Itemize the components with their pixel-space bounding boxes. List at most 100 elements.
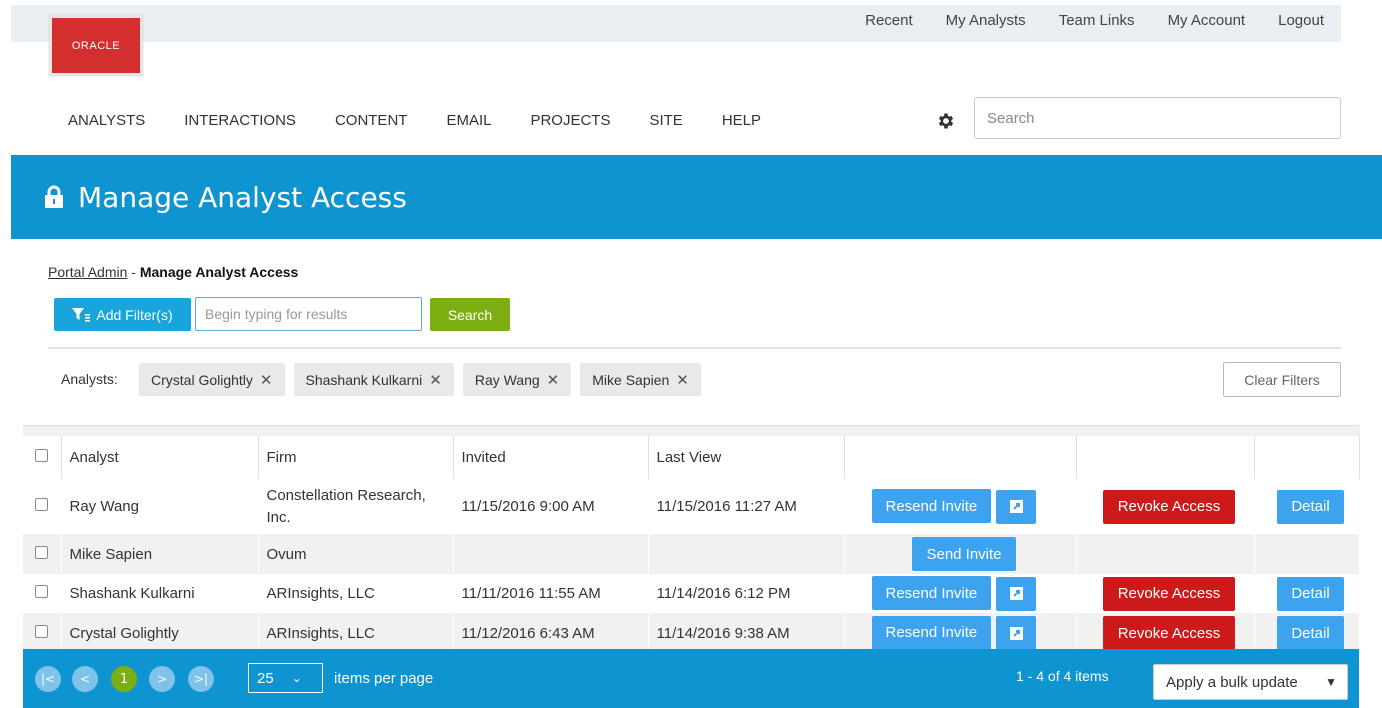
filter-chip[interactable]: Shashank Kulkarni ✕ [293, 363, 454, 396]
send-invite-button[interactable]: Send Invite [912, 537, 1016, 571]
add-filter-button[interactable]: Add Filter(s) [54, 298, 191, 331]
chip-label: Mike Sapien [592, 371, 670, 388]
page-number-current[interactable]: 1 [111, 666, 137, 692]
bulk-update-label: Apply a bulk update [1166, 673, 1298, 691]
table-row: Shashank Kulkarni ARInsights, LLC 11/11/… [23, 574, 1360, 613]
filter-chip[interactable]: Crystal Golightly ✕ [139, 363, 285, 396]
table-header-row: Analyst Firm Invited Last View [23, 426, 1360, 479]
nav-projects[interactable]: PROJECTS [530, 112, 610, 129]
last-page-icon[interactable]: >| [188, 666, 214, 692]
first-page-icon[interactable]: |< [35, 666, 61, 692]
table-pager: |< < 1 > >| 25 ⌄ items per page 1 - 4 of… [23, 649, 1359, 708]
nav-analysts[interactable]: ANALYSTS [68, 112, 145, 129]
detail-button[interactable]: Detail [1277, 576, 1344, 611]
external-link-icon[interactable] [996, 489, 1037, 524]
item-count: 1 - 4 of 4 items [1016, 668, 1109, 684]
invited-date: 11/11/2016 11:55 AM [453, 574, 649, 613]
column-header-invited[interactable]: Invited [453, 426, 649, 479]
filter-chip[interactable]: Ray Wang ✕ [462, 363, 572, 396]
table-row: Crystal Golightly ARInsights, LLC 11/12/… [23, 613, 1360, 653]
top-link-logout[interactable]: Logout [1278, 12, 1324, 29]
row-select-cell [23, 574, 62, 613]
resend-invite-button[interactable]: Resend Invite [871, 615, 992, 650]
revoke-access-button[interactable]: Revoke Access [1102, 616, 1236, 650]
row-checkbox[interactable] [35, 498, 48, 511]
lock-icon [45, 185, 63, 208]
column-header-last-view[interactable]: Last View [648, 426, 845, 479]
resend-invite-button[interactable]: Resend Invite [871, 489, 992, 524]
row-select-cell [23, 479, 62, 534]
row-select-cell [23, 534, 62, 574]
page-size-select[interactable]: 25 ⌄ [248, 663, 323, 693]
resend-invite-button[interactable]: Resend Invite [871, 576, 992, 611]
detail-button[interactable]: Detail [1277, 616, 1344, 650]
revoke-cell: Revoke Access [1076, 613, 1255, 653]
filter-search-input[interactable] [195, 297, 422, 331]
prev-page-icon[interactable]: < [72, 666, 98, 692]
top-utility-links: Recent My Analysts Team Links My Account… [832, 12, 1324, 29]
table-row: Mike Sapien Ovum Send Invite [23, 534, 1360, 574]
breadcrumb-portal-admin[interactable]: Portal Admin [48, 264, 127, 280]
top-link-team-links[interactable]: Team Links [1059, 12, 1135, 29]
clear-filters-button[interactable]: Clear Filters [1223, 362, 1341, 397]
main-nav: ANALYSTS INTERACTIONS CONTENT EMAIL PROJ… [68, 112, 800, 129]
detail-cell: Detail [1254, 574, 1360, 613]
external-link-icon[interactable] [996, 616, 1037, 651]
chip-remove-icon[interactable]: ✕ [547, 371, 560, 389]
row-checkbox[interactable] [35, 624, 48, 638]
revoke-access-button[interactable]: Revoke Access [1102, 576, 1236, 611]
chip-label: Shashank Kulkarni [305, 371, 423, 388]
row-checkbox[interactable] [35, 545, 48, 559]
last-view-date: 11/15/2016 11:27 AM [648, 479, 845, 534]
top-link-my-account[interactable]: My Account [1168, 12, 1246, 29]
chevron-down-icon: ⌄ [291, 671, 302, 685]
gear-icon[interactable] [936, 111, 956, 131]
bulk-update-select[interactable]: Apply a bulk update ▼ [1153, 664, 1348, 700]
invite-actions-cell: Resend Invite [844, 613, 1077, 653]
analyst-name: Shashank Kulkarni [61, 574, 259, 613]
global-search-input[interactable] [974, 97, 1341, 139]
next-page-icon[interactable]: > [149, 666, 175, 692]
invite-actions-cell: Send Invite [844, 534, 1077, 574]
page-title: Manage Analyst Access [78, 180, 407, 214]
column-header-firm[interactable]: Firm [258, 426, 454, 479]
logo-text: ORACLE [71, 39, 121, 52]
nav-help[interactable]: HELP [722, 112, 761, 129]
filter-chips: Crystal Golightly ✕ Shashank Kulkarni ✕ Ra… [139, 363, 710, 396]
top-link-recent[interactable]: Recent [865, 12, 913, 29]
chip-remove-icon[interactable]: ✕ [429, 371, 442, 389]
chip-remove-icon[interactable]: ✕ [260, 371, 273, 389]
row-checkbox[interactable] [35, 585, 48, 598]
select-all-checkbox[interactable] [35, 449, 48, 462]
revoke-cell: Revoke Access [1076, 479, 1255, 534]
detail-button[interactable]: Detail [1277, 489, 1344, 524]
search-button[interactable]: Search [430, 298, 510, 331]
nav-interactions[interactable]: INTERACTIONS [184, 112, 296, 129]
last-view-date: 11/14/2016 6:12 PM [648, 574, 845, 613]
nav-email[interactable]: EMAIL [446, 112, 491, 129]
nav-content[interactable]: CONTENT [335, 112, 408, 129]
analyst-name: Crystal Golightly [61, 613, 259, 653]
analysts-filter-label: Analysts: [61, 371, 118, 387]
column-header-analyst[interactable]: Analyst [61, 426, 259, 479]
select-all-cell [23, 426, 62, 479]
filter-icon [72, 307, 91, 322]
revoke-access-button[interactable]: Revoke Access [1102, 489, 1236, 524]
items-per-page-label: items per page [334, 670, 434, 687]
filter-chip[interactable]: Mike Sapien ✕ [580, 363, 701, 396]
detail-cell: Detail [1254, 613, 1360, 653]
nav-site[interactable]: SITE [649, 112, 682, 129]
external-link-icon[interactable] [996, 576, 1037, 611]
chip-remove-icon[interactable]: ✕ [676, 371, 689, 389]
detail-cell [1254, 534, 1360, 574]
oracle-logo[interactable]: ORACLE [49, 15, 143, 76]
page-banner: Manage Analyst Access [11, 155, 1382, 239]
breadcrumb-current: Manage Analyst Access [139, 264, 299, 280]
analyst-name: Ray Wang [61, 479, 259, 534]
chip-label: Ray Wang [474, 371, 540, 388]
firm-name: Ovum [258, 534, 454, 574]
top-link-my-analysts[interactable]: My Analysts [946, 12, 1026, 29]
row-select-cell [23, 613, 62, 653]
add-filter-label: Add Filter(s) [96, 306, 173, 323]
revoke-cell: Revoke Access [1076, 574, 1255, 613]
